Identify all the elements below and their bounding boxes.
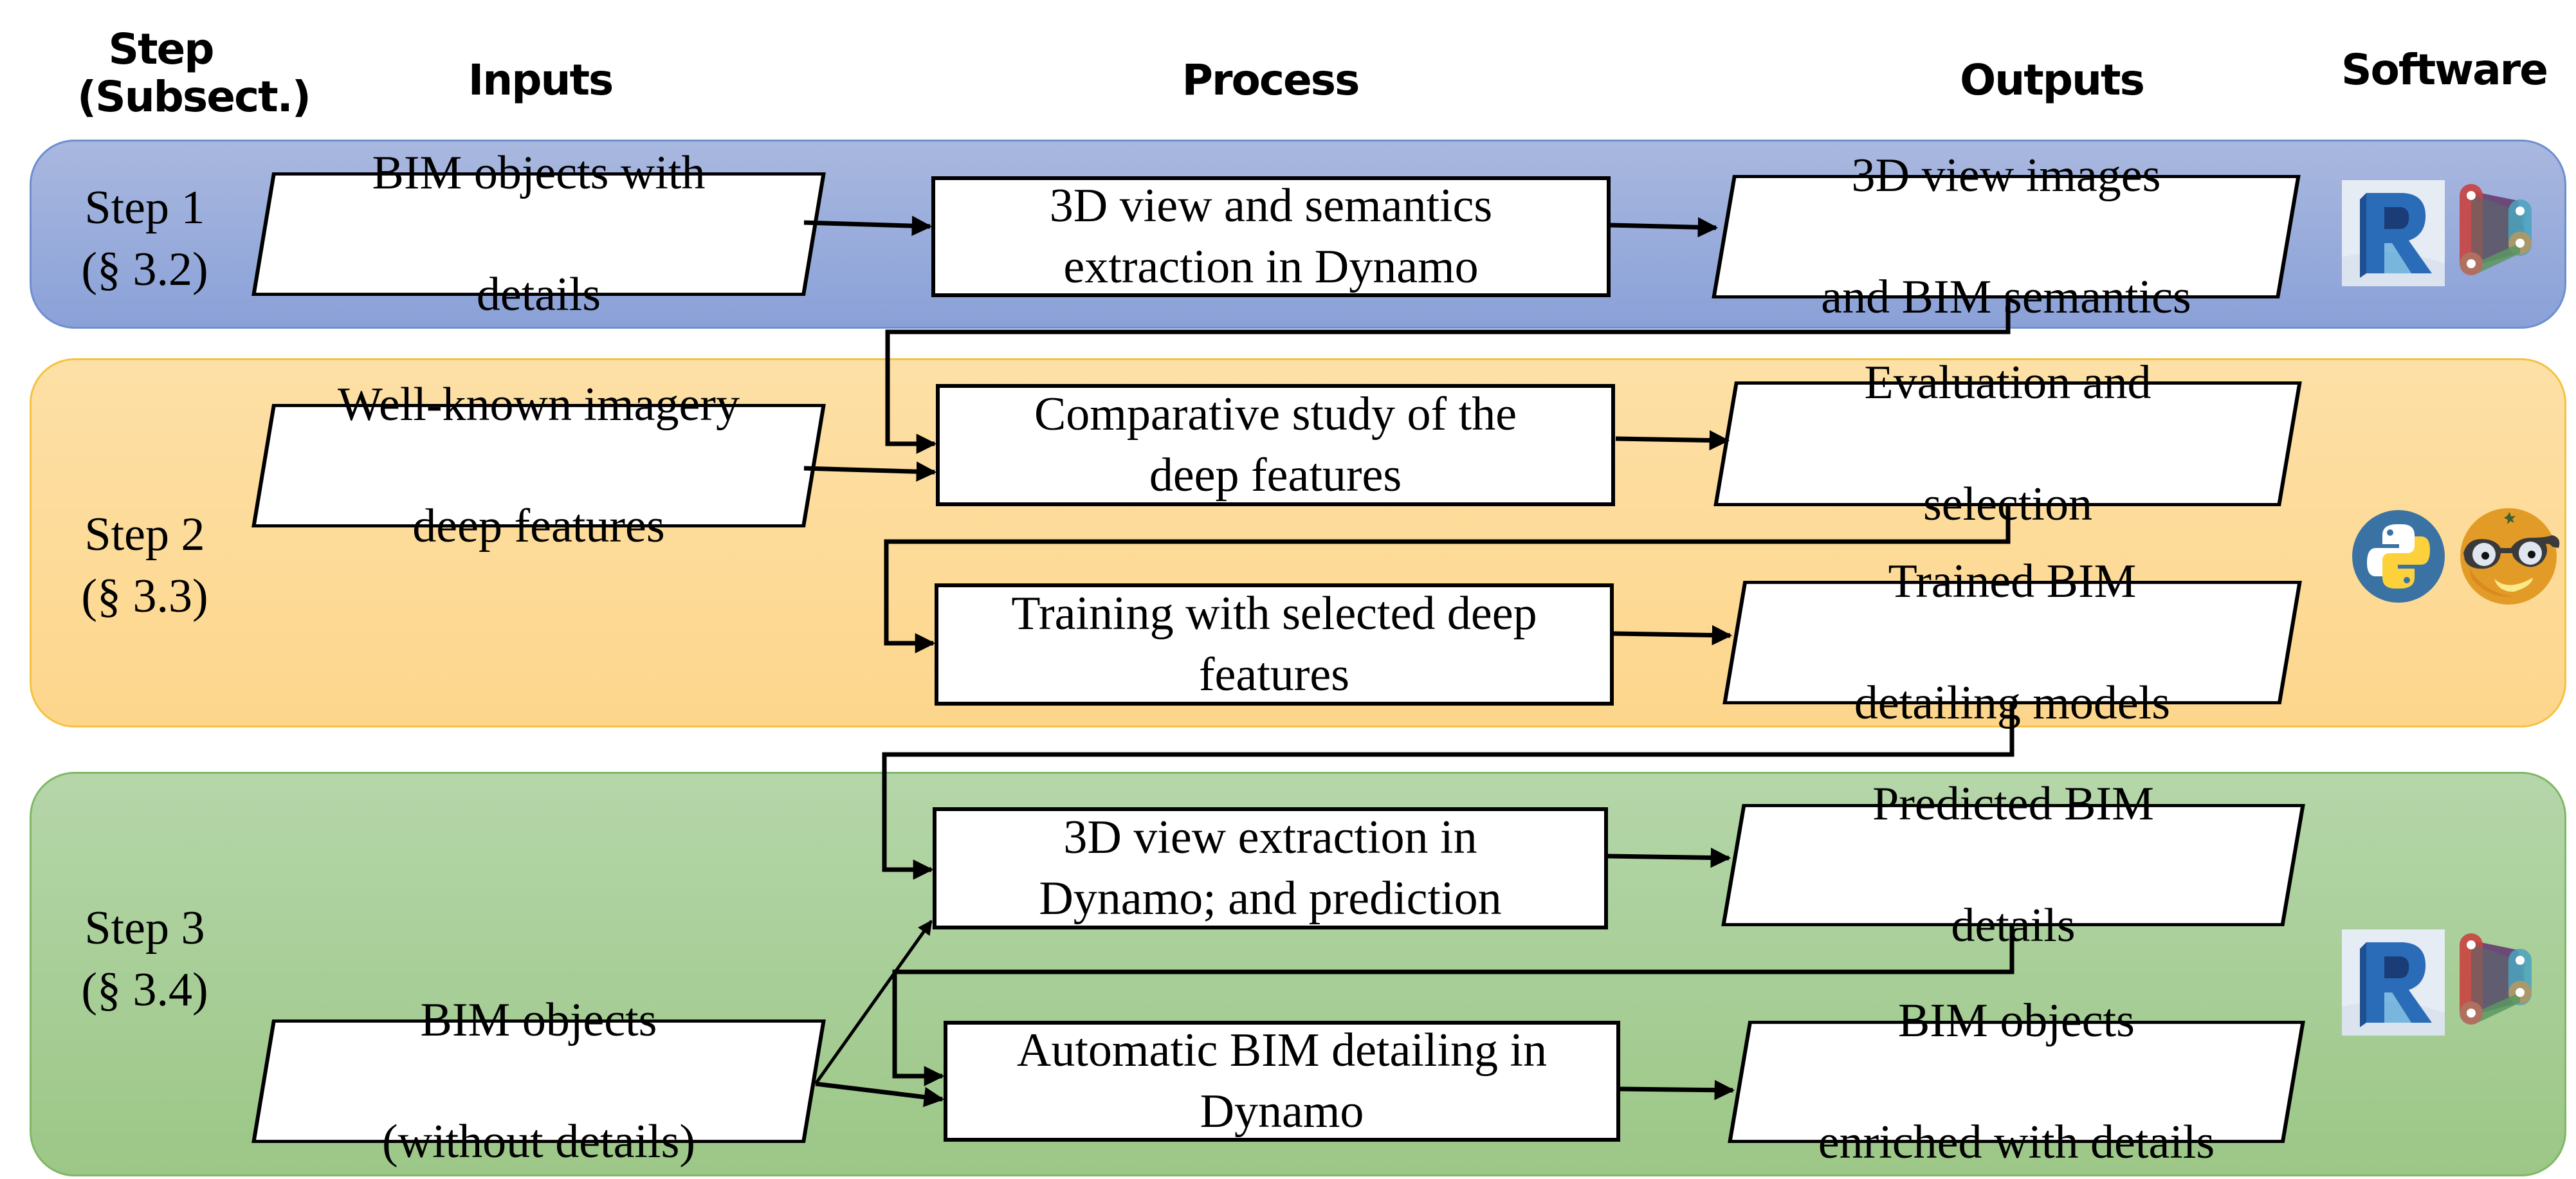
revit-icon xyxy=(2342,929,2445,1036)
step-3-input-box: BIM objects (without details) xyxy=(251,994,827,1168)
revit-icon xyxy=(2342,180,2445,286)
step-3-title: Step 3 xyxy=(84,902,205,955)
step-1-output-line2: and BIM semantics xyxy=(1821,271,2191,324)
step-1-label: Step 1 (§ 3.2) xyxy=(68,177,222,300)
step-1-process-box: 3D view and semantics extraction in Dynam… xyxy=(931,176,1611,297)
dynamo-icon xyxy=(2457,931,2560,1037)
step-3-output-1-line1: Predicted BIM xyxy=(1872,777,2154,830)
orange-icon xyxy=(2456,502,2562,608)
step-2-output-1-box: Evaluation and selection xyxy=(1713,356,2303,531)
step-3-output-2-line1: BIM objects xyxy=(1898,994,2135,1047)
step-2-process-2-line1: Training with selected deep xyxy=(1011,587,1537,641)
step-1-process-line2: extraction in Dynamo xyxy=(1063,241,1479,293)
step-3-output-1-box: Predicted BIM details xyxy=(1721,778,2306,952)
step-3-input-line1: BIM objects xyxy=(420,993,657,1046)
step-2-process-2-line2: features xyxy=(1198,648,1350,701)
step-3-output-1-line2: details xyxy=(1951,899,2076,953)
step-2-input-box: Well-known imagery deep features xyxy=(251,378,827,553)
step-3-output-2-box: BIM objects enriched with details xyxy=(1727,994,2306,1169)
step-3-process-1-box: 3D view extraction in Dynamo; and predict… xyxy=(933,807,1608,929)
step-2-output-1-line2: selection xyxy=(1923,478,2092,531)
step-2-input-line1: Well-known imagery xyxy=(338,378,740,431)
step-1-output-line1: 3D view images xyxy=(1851,149,2161,202)
step-1-output-box: 3D view images and BIM semantics xyxy=(1711,149,2301,324)
step-2-label: Step 2 (§ 3.3) xyxy=(68,504,222,627)
step-3-subsection: (§ 3.4) xyxy=(81,964,208,1017)
header-step: Step (Subsect.) xyxy=(77,24,311,122)
step-3-process-2-box: Automatic BIM detailing in Dynamo xyxy=(944,1021,1620,1142)
step-3-process-1-line2: Dynamo; and prediction xyxy=(1039,872,1502,925)
dynamo-icon xyxy=(2457,181,2560,288)
step-2-process-1-line1: Comparative study of the xyxy=(1034,388,1517,441)
python-icon xyxy=(2350,508,2447,605)
step-3-process-1-line1: 3D view extraction in xyxy=(1063,811,1477,864)
step-3-process-2-line2: Dynamo xyxy=(1200,1085,1364,1138)
step-2-output-2-box: Trained BIM detailing models xyxy=(1722,555,2303,729)
step-1-process-line1: 3D view and semantics xyxy=(1049,179,1493,233)
step-2-output-2-line2: detailing models xyxy=(1854,677,2171,730)
header-process: Process xyxy=(1182,55,1360,105)
step-3-input-line2: (without details) xyxy=(381,1115,696,1169)
step-3-label: Step 3 (§ 3.4) xyxy=(68,897,222,1021)
step-1-input-box: BIM objects with details xyxy=(251,147,827,321)
step-2-title: Step 2 xyxy=(84,508,205,561)
step-2-process-1-box: Comparative study of the deep features xyxy=(936,384,1615,506)
step-2-output-2-line1: Trained BIM xyxy=(1888,554,2137,608)
step-3-process-2-line1: Automatic BIM detailing in xyxy=(1016,1024,1548,1077)
step-1-title: Step 1 xyxy=(84,181,205,234)
step-1-subsection: (§ 3.2) xyxy=(81,243,208,297)
header-outputs: Outputs xyxy=(1960,55,2145,105)
step-1-input-line1: BIM objects with xyxy=(372,146,706,199)
step-3-output-2-line2: enriched with details xyxy=(1818,1116,2215,1169)
header-step-line2: (Subsect.) xyxy=(77,71,311,122)
step-2-output-1-line1: Evaluation and xyxy=(1864,356,2151,409)
header-software: Software xyxy=(2341,45,2548,95)
step-2-process-2-box: Training with selected deep features xyxy=(935,583,1614,706)
header-step-line1: Step xyxy=(108,24,214,74)
step-2-input-line2: deep features xyxy=(412,500,665,553)
step-2-subsection: (§ 3.3) xyxy=(81,570,208,623)
step-2-process-1-line2: deep features xyxy=(1149,449,1402,502)
header-inputs: Inputs xyxy=(468,55,614,105)
step-1-input-line2: details xyxy=(476,268,601,322)
